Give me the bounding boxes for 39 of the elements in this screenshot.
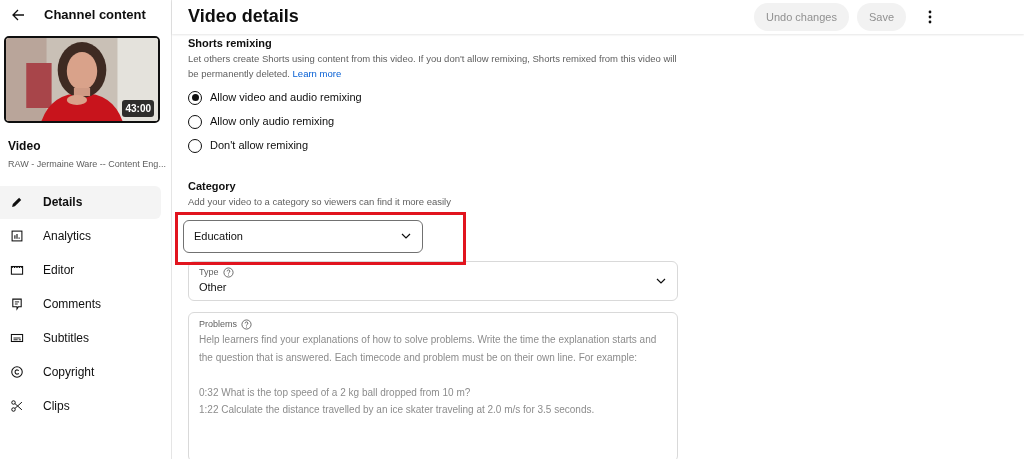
page-title: Channel content: [44, 6, 146, 25]
section-description: Add your video to a category so viewers can find it more easily: [188, 194, 452, 209]
comment-icon: [10, 297, 24, 311]
field-label: Problems: [199, 317, 237, 331]
help-icon: [241, 318, 252, 330]
video-title: RAW - Jermaine Ware -- Content Eng...: [8, 158, 167, 171]
radio-label: Don't allow remixing: [210, 138, 309, 154]
back-arrow-icon[interactable]: [10, 7, 26, 23]
radio-label: Allow only audio remixing: [210, 114, 335, 130]
select-value: Other: [199, 280, 228, 296]
chart-icon: [10, 229, 24, 243]
scissors-icon: [10, 399, 24, 413]
subtitles-icon: [10, 331, 24, 345]
sidebar-item[interactable]: Editor: [0, 253, 161, 287]
field-label: Type: [199, 265, 219, 279]
section-heading: Shorts remixing: [188, 37, 273, 51]
select-value: Education: [194, 228, 243, 244]
copyright-icon: [10, 365, 24, 379]
video-label: Video: [8, 138, 42, 155]
problems-field[interactable]: Problems Help learners find your explanations of how to solve problems. Write the time the explanation starts and the question that is answered. Each timecode and problem must be on their own line. For example: 0:32 What is the top speed of a 2 kg ball dropped from 10 m? 1:22 Calculate the distance travelled by an ice skater traveling at 2.0 m/s for 3.5 seconds.: [188, 311, 678, 459]
page-heading: Video details: [188, 6, 299, 28]
sidebar-item[interactable]: Analytics: [0, 219, 161, 253]
video-thumbnail[interactable]: 43:00: [4, 36, 160, 123]
learn-more-link[interactable]: Learn more: [292, 67, 342, 79]
sidebar-item[interactable]: Details: [0, 185, 161, 219]
help-icon: [222, 266, 234, 278]
sidebar-item[interactable]: Subtitles: [0, 321, 161, 355]
clapperboard-icon: [10, 263, 24, 277]
category-select[interactable]: Education: [183, 219, 423, 253]
sidebar-item[interactable]: Comments: [0, 287, 161, 321]
sidebar-item[interactable]: Clips: [0, 389, 161, 423]
section-heading: Category: [188, 179, 237, 193]
duration-badge: 43:00: [122, 100, 154, 117]
sidebar-item[interactable]: Copyright: [0, 355, 161, 389]
pencil-icon: [10, 195, 24, 209]
section-description: Let others create Shorts using content from this video. If you don't allow remixing, Shorts remixed from this video will be permanently deleted. Learn more: [188, 52, 678, 81]
radio-label: Allow video and audio remixing: [210, 90, 362, 106]
more-options-icon[interactable]: [928, 10, 932, 24]
type-select[interactable]: Type Other: [188, 260, 678, 301]
